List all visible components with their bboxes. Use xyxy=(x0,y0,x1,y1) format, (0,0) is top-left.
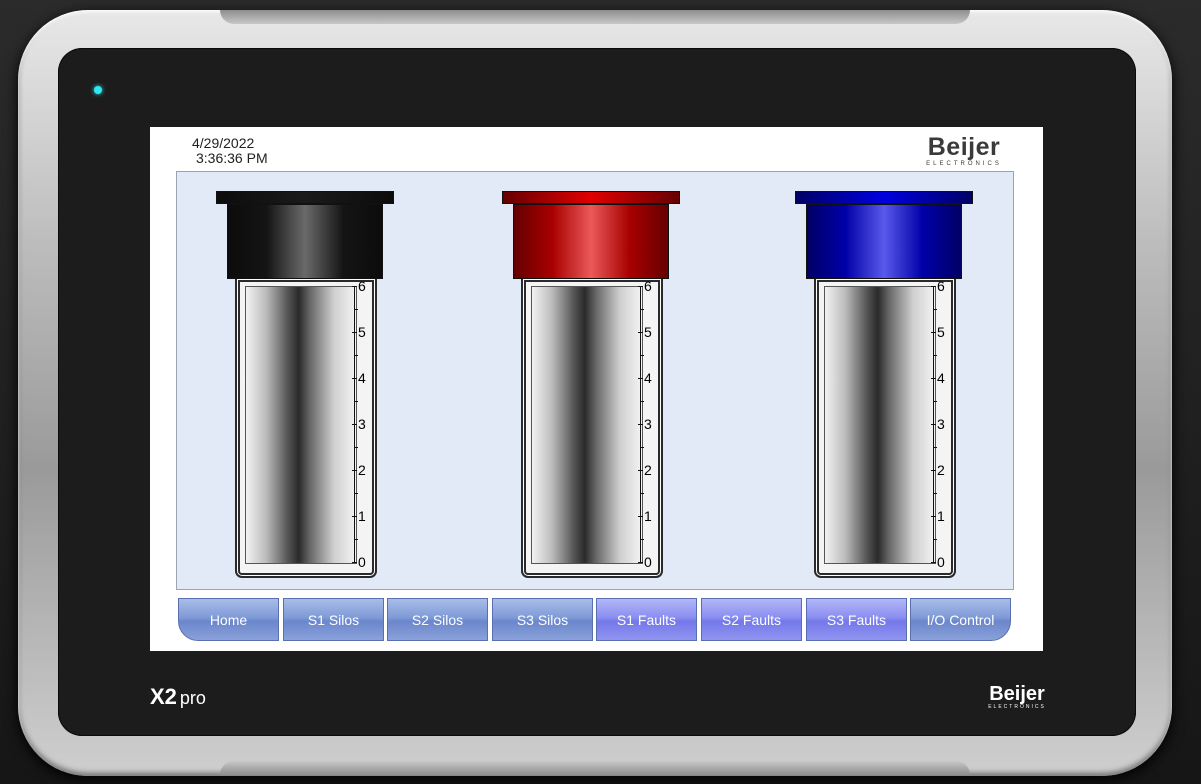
scale-minor-tick xyxy=(933,355,937,356)
scale-tick-label: 1 xyxy=(352,509,366,523)
scale-tick-label: 5 xyxy=(931,325,945,339)
scale-minor-tick xyxy=(640,493,644,494)
status-led-icon xyxy=(94,86,102,94)
scale-tick-label: 2 xyxy=(931,463,945,477)
time-display: 3:36:36 PM xyxy=(196,150,268,166)
scale-tick-label: 4 xyxy=(638,371,652,385)
date-display: 4/29/2022 xyxy=(192,135,255,151)
silo-cap-lip xyxy=(502,191,680,204)
scale-tick-label: 0 xyxy=(638,555,652,569)
screen-logo-subtext: ELECTRONICS xyxy=(926,161,1002,167)
nav-s2-silos-button[interactable]: S2 Silos xyxy=(387,598,488,641)
silo-cap-lip xyxy=(795,191,973,204)
screen-logo: Beijer ELECTRONICS xyxy=(924,134,1004,168)
nav-s3-silos-button[interactable]: S3 Silos xyxy=(492,598,593,641)
hmi-screen: 4/29/2022 3:36:36 PM Beijer ELECTRONICS … xyxy=(150,127,1043,651)
scale-tick-label: 2 xyxy=(638,463,652,477)
bottom-navigation: Home S1 Silos S2 Silos S3 Silos S1 Fault… xyxy=(178,598,1014,643)
scale-tick-label: 1 xyxy=(931,509,945,523)
scale-minor-tick xyxy=(354,355,358,356)
scale-minor-tick xyxy=(933,309,937,310)
scale-tick-label: 0 xyxy=(352,555,366,569)
scale-tick-label: 6 xyxy=(931,279,945,293)
scale-minor-tick xyxy=(933,493,937,494)
scale-tick-label: 3 xyxy=(931,417,945,431)
scale-minor-tick xyxy=(933,447,937,448)
scale-tick-label: 4 xyxy=(931,371,945,385)
silo-cap xyxy=(513,204,669,279)
scale-minor-tick xyxy=(640,539,644,540)
scale-tick-label: 3 xyxy=(638,417,652,431)
silo-blue: 6 5 4 3 2 1 0 xyxy=(795,172,975,589)
bezel-top-lip xyxy=(220,10,970,24)
nav-s1-silos-button[interactable]: S1 Silos xyxy=(283,598,384,641)
scale-minor-tick xyxy=(933,539,937,540)
nav-s3-faults-button[interactable]: S3 Faults xyxy=(806,598,907,641)
device-model-suffix: pro xyxy=(179,688,206,708)
scale-tick-label: 5 xyxy=(638,325,652,339)
screen-logo-text: Beijer xyxy=(927,133,1001,161)
nav-s1-faults-button[interactable]: S1 Faults xyxy=(596,598,697,641)
device-model-label: X2 pro xyxy=(150,684,206,710)
silo-cap-lip xyxy=(216,191,394,204)
silo-level-fill xyxy=(531,286,643,564)
scale-minor-tick xyxy=(640,401,644,402)
scale-tick-label: 3 xyxy=(352,417,366,431)
scale-tick-label: 4 xyxy=(352,371,366,385)
scale-minor-tick xyxy=(640,309,644,310)
scale-minor-tick xyxy=(640,355,644,356)
bezel-logo-subtext: ELECTRONICS xyxy=(988,704,1046,710)
silo-black: 6 5 4 3 2 1 0 xyxy=(216,172,396,589)
scale-tick-label: 5 xyxy=(352,325,366,339)
scale-tick-label: 1 xyxy=(638,509,652,523)
bezel-bottom-lip xyxy=(220,761,970,775)
nav-s2-faults-button[interactable]: S2 Faults xyxy=(701,598,802,641)
silo-cap xyxy=(227,204,383,279)
bezel-logo: Beijer ELECTRONICS xyxy=(982,684,1052,710)
silo-level-fill xyxy=(245,286,357,564)
scale-minor-tick xyxy=(354,539,358,540)
scale-tick-label: 6 xyxy=(638,279,652,293)
scale-minor-tick xyxy=(354,309,358,310)
scale-minor-tick xyxy=(933,401,937,402)
scale-minor-tick xyxy=(354,401,358,402)
nav-io-control-button[interactable]: I/O Control xyxy=(910,598,1011,641)
scale-minor-tick xyxy=(640,447,644,448)
scale-minor-tick xyxy=(354,493,358,494)
scale-tick-label: 0 xyxy=(931,555,945,569)
scale-tick-label: 6 xyxy=(352,279,366,293)
nav-home-button[interactable]: Home xyxy=(178,598,279,641)
silo-red: 6 5 4 3 2 1 0 xyxy=(502,172,682,589)
silo-display-area: 6 5 4 3 2 1 0 6 5 4 3 2 1 0 6 5 4 3 2 1 0 xyxy=(176,171,1014,590)
device-model-name: X2 xyxy=(150,684,177,709)
silo-cap xyxy=(806,204,962,279)
bezel-logo-text: Beijer xyxy=(989,683,1045,705)
scale-minor-tick xyxy=(354,447,358,448)
scale-tick-label: 2 xyxy=(352,463,366,477)
silo-level-fill xyxy=(824,286,936,564)
